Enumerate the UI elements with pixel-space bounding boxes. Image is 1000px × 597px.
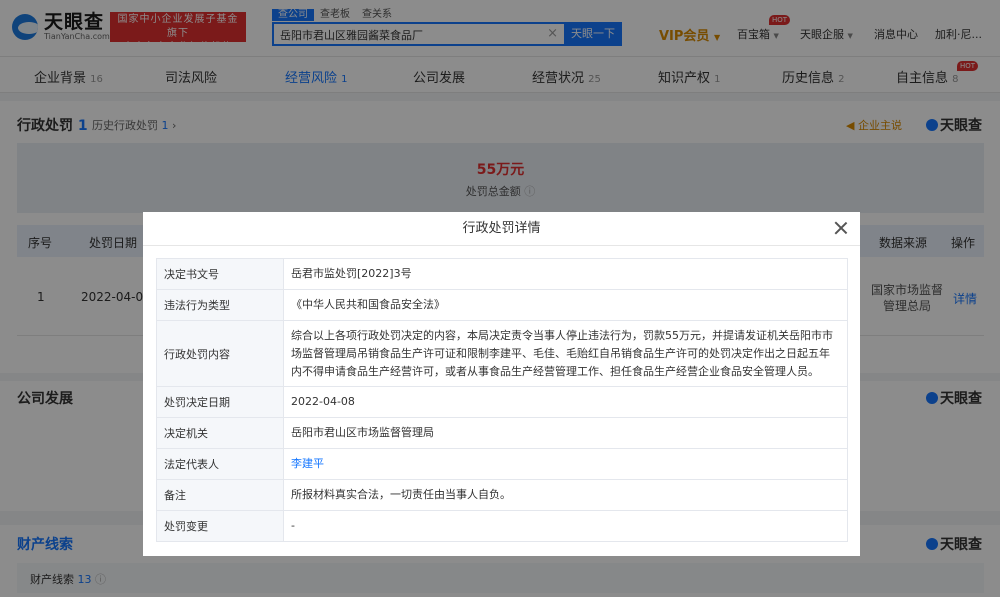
detail-value: 综合以上各项行政处罚决定的内容，本局决定责令当事人停止违法行为，罚款55万元，并…	[283, 320, 848, 387]
detail-label: 行政处罚内容	[156, 320, 284, 387]
detail-label: 法定代表人	[156, 448, 284, 480]
detail-value: 岳阳市君山区市场监督管理局	[283, 417, 848, 449]
detail-value: 2022-04-08	[283, 386, 848, 418]
detail-value: 所报材料真实合法，一切责任由当事人自负。	[283, 479, 848, 511]
close-icon[interactable]	[832, 219, 850, 237]
detail-row: 处罚决定日期 2022-04-08	[156, 386, 848, 418]
detail-row: 法定代表人 李建平	[156, 448, 848, 480]
detail-row: 行政处罚内容 综合以上各项行政处罚决定的内容，本局决定责令当事人停止违法行为，罚…	[156, 320, 848, 387]
detail-value: 《中华人民共和国食品安全法》	[283, 289, 848, 321]
detail-value: -	[283, 510, 848, 542]
detail-row: 决定书文号 岳君市监处罚[2022]3号	[156, 258, 848, 290]
penalty-detail-modal: 行政处罚详情 决定书文号 岳君市监处罚[2022]3号 违法行为类型 《中华人民…	[143, 212, 860, 556]
detail-label: 决定机关	[156, 417, 284, 449]
detail-row: 违法行为类型 《中华人民共和国食品安全法》	[156, 289, 848, 321]
modal-title: 行政处罚详情	[143, 212, 860, 246]
detail-label: 备注	[156, 479, 284, 511]
detail-row: 决定机关 岳阳市君山区市场监督管理局	[156, 417, 848, 449]
legal-representative-link[interactable]: 李建平	[283, 448, 848, 480]
detail-label: 决定书文号	[156, 258, 284, 290]
detail-row: 处罚变更 -	[156, 510, 848, 542]
penalty-detail-table: 决定书文号 岳君市监处罚[2022]3号 违法行为类型 《中华人民共和国食品安全…	[156, 258, 848, 542]
detail-value: 岳君市监处罚[2022]3号	[283, 258, 848, 290]
detail-label: 处罚变更	[156, 510, 284, 542]
detail-label: 违法行为类型	[156, 289, 284, 321]
detail-label: 处罚决定日期	[156, 386, 284, 418]
detail-row: 备注 所报材料真实合法，一切责任由当事人自负。	[156, 479, 848, 511]
